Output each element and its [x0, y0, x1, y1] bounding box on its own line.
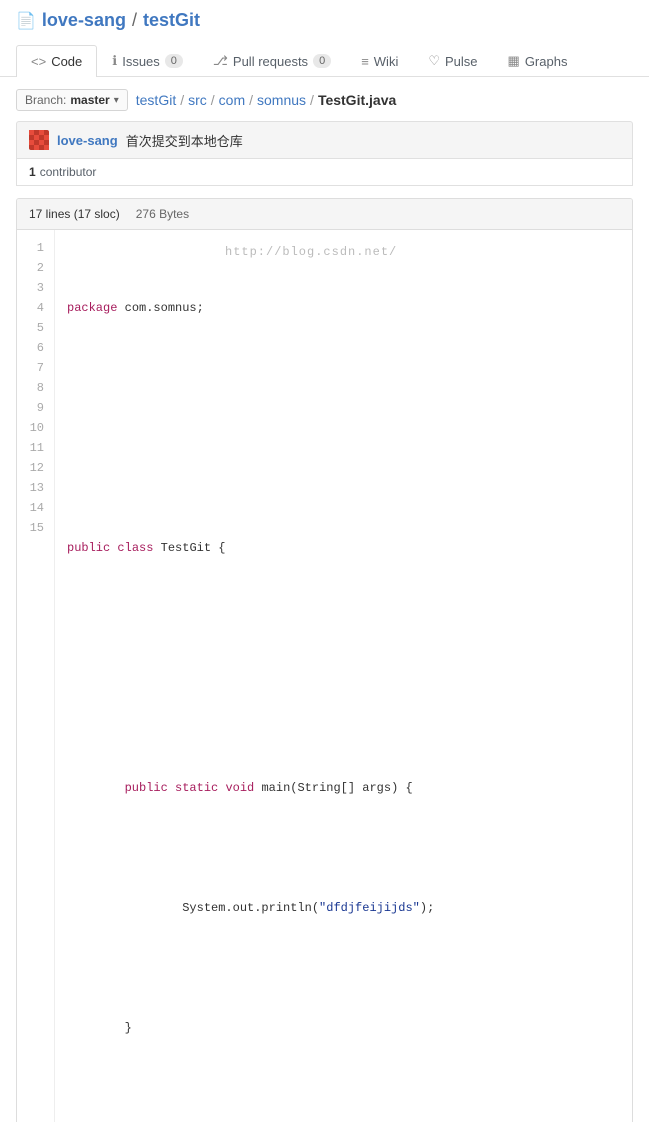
breadcrumb-sep-4: /: [310, 92, 314, 108]
wiki-icon: ≡: [361, 54, 369, 69]
breadcrumb-sep-1: /: [180, 92, 184, 108]
file-box: 17 lines (17 sloc) 276 Bytes 1 2 3 4 5 6…: [16, 198, 633, 1122]
main-content: Branch: master ▾ testGit / src / com / s…: [0, 77, 649, 1122]
tab-issues[interactable]: ℹ Issues 0: [97, 44, 198, 77]
branch-caret-icon: ▾: [114, 95, 119, 106]
code-line-12: [67, 958, 620, 978]
branch-selector[interactable]: Branch: master ▾: [16, 89, 128, 111]
code-line-5: public class TestGit {: [67, 538, 620, 558]
code-line-4: [67, 478, 620, 498]
breadcrumb: testGit / src / com / somnus / TestGit.j…: [136, 92, 397, 108]
code-line-6: [67, 598, 620, 618]
line-num-6: 6: [27, 338, 44, 358]
title-separator: /: [132, 10, 137, 31]
code-icon: <>: [31, 54, 46, 69]
code-line-13: }: [67, 1018, 620, 1038]
code-line-1: package com.somnus;: [67, 298, 620, 318]
line-num-11: 11: [27, 438, 44, 458]
code-line-3: [67, 418, 620, 438]
code-content[interactable]: http://blog.csdn.net/ package com.somnus…: [55, 230, 632, 1122]
breadcrumb-sep-2: /: [211, 92, 215, 108]
tab-code[interactable]: <> Code: [16, 45, 97, 77]
code-line-8: [67, 718, 620, 738]
repo-owner-link[interactable]: love-sang: [42, 10, 126, 31]
tab-issues-label: Issues: [122, 54, 160, 69]
tab-graphs[interactable]: ▦ Graphs: [493, 44, 583, 77]
repo-title: 📄 love-sang / testGit: [16, 10, 633, 39]
file-nav: Branch: master ▾ testGit / src / com / s…: [16, 89, 633, 111]
code-line-9: public static void main(String[] args) {: [67, 778, 620, 798]
line-num-1: 1: [27, 238, 44, 258]
line-num-5: 5: [27, 318, 44, 338]
page-header: 📄 love-sang / testGit <> Code ℹ Issues 0…: [0, 0, 649, 77]
code-line-14: [67, 1078, 620, 1098]
line-numbers: 1 2 3 4 5 6 7 8 9 10 11 12 13 14 15: [17, 230, 55, 1122]
repo-name-link[interactable]: testGit: [143, 10, 200, 31]
pr-icon: ⎇: [213, 53, 228, 69]
tab-pulse-label: Pulse: [445, 54, 478, 69]
tab-wiki[interactable]: ≡ Wiki: [346, 45, 413, 77]
breadcrumb-current-file: TestGit.java: [318, 92, 396, 108]
line-num-12: 12: [27, 458, 44, 478]
breadcrumb-src[interactable]: src: [188, 92, 207, 108]
branch-label: Branch:: [25, 93, 66, 107]
contributor-label: contributor: [40, 165, 97, 179]
contributor-bar: 1 contributor: [16, 159, 633, 186]
watermark: http://blog.csdn.net/: [225, 242, 397, 262]
tab-pr-label: Pull requests: [233, 54, 308, 69]
line-num-13: 13: [27, 478, 44, 498]
line-num-14: 14: [27, 498, 44, 518]
file-size: 276 Bytes: [136, 207, 189, 221]
commit-message: 首次提交到本地仓库: [126, 131, 243, 150]
issues-badge: 0: [165, 54, 183, 68]
code-line-10: [67, 838, 620, 858]
tab-wiki-label: Wiki: [374, 54, 399, 69]
commit-bar: love-sang 首次提交到本地仓库: [16, 121, 633, 159]
breadcrumb-somnus[interactable]: somnus: [257, 92, 306, 108]
tab-pulse[interactable]: ♡ Pulse: [413, 44, 492, 77]
nav-tabs: <> Code ℹ Issues 0 ⎇ Pull requests 0 ≡ W…: [16, 43, 633, 76]
code-line-11: System.out.println("dfdjfeijijds");: [67, 898, 620, 918]
tab-graphs-label: Graphs: [525, 54, 568, 69]
breadcrumb-testgit[interactable]: testGit: [136, 92, 176, 108]
line-num-2: 2: [27, 258, 44, 278]
code-line-7: [67, 658, 620, 678]
line-num-10: 10: [27, 418, 44, 438]
line-num-4: 4: [27, 298, 44, 318]
line-num-8: 8: [27, 378, 44, 398]
file-lines: 17 lines (17 sloc): [29, 207, 120, 221]
line-num-3: 3: [27, 278, 44, 298]
pulse-icon: ♡: [428, 53, 440, 69]
line-num-7: 7: [27, 358, 44, 378]
code-line-2: [67, 358, 620, 378]
pr-badge: 0: [313, 54, 331, 68]
breadcrumb-com[interactable]: com: [219, 92, 245, 108]
file-header: 17 lines (17 sloc) 276 Bytes: [17, 199, 632, 230]
issues-icon: ℹ: [112, 53, 117, 69]
breadcrumb-sep-3: /: [249, 92, 253, 108]
line-num-9: 9: [27, 398, 44, 418]
graphs-icon: ▦: [508, 53, 520, 69]
code-area: 1 2 3 4 5 6 7 8 9 10 11 12 13 14 15 http…: [17, 230, 632, 1122]
tab-pull-requests[interactable]: ⎇ Pull requests 0: [198, 44, 346, 77]
line-num-15: 15: [27, 518, 44, 538]
commit-user[interactable]: love-sang: [57, 133, 118, 148]
contributor-count: 1: [29, 165, 36, 179]
repo-icon: 📄: [16, 11, 36, 31]
tab-code-label: Code: [51, 54, 82, 69]
branch-name: master: [70, 93, 109, 107]
commit-avatar: [29, 130, 49, 150]
